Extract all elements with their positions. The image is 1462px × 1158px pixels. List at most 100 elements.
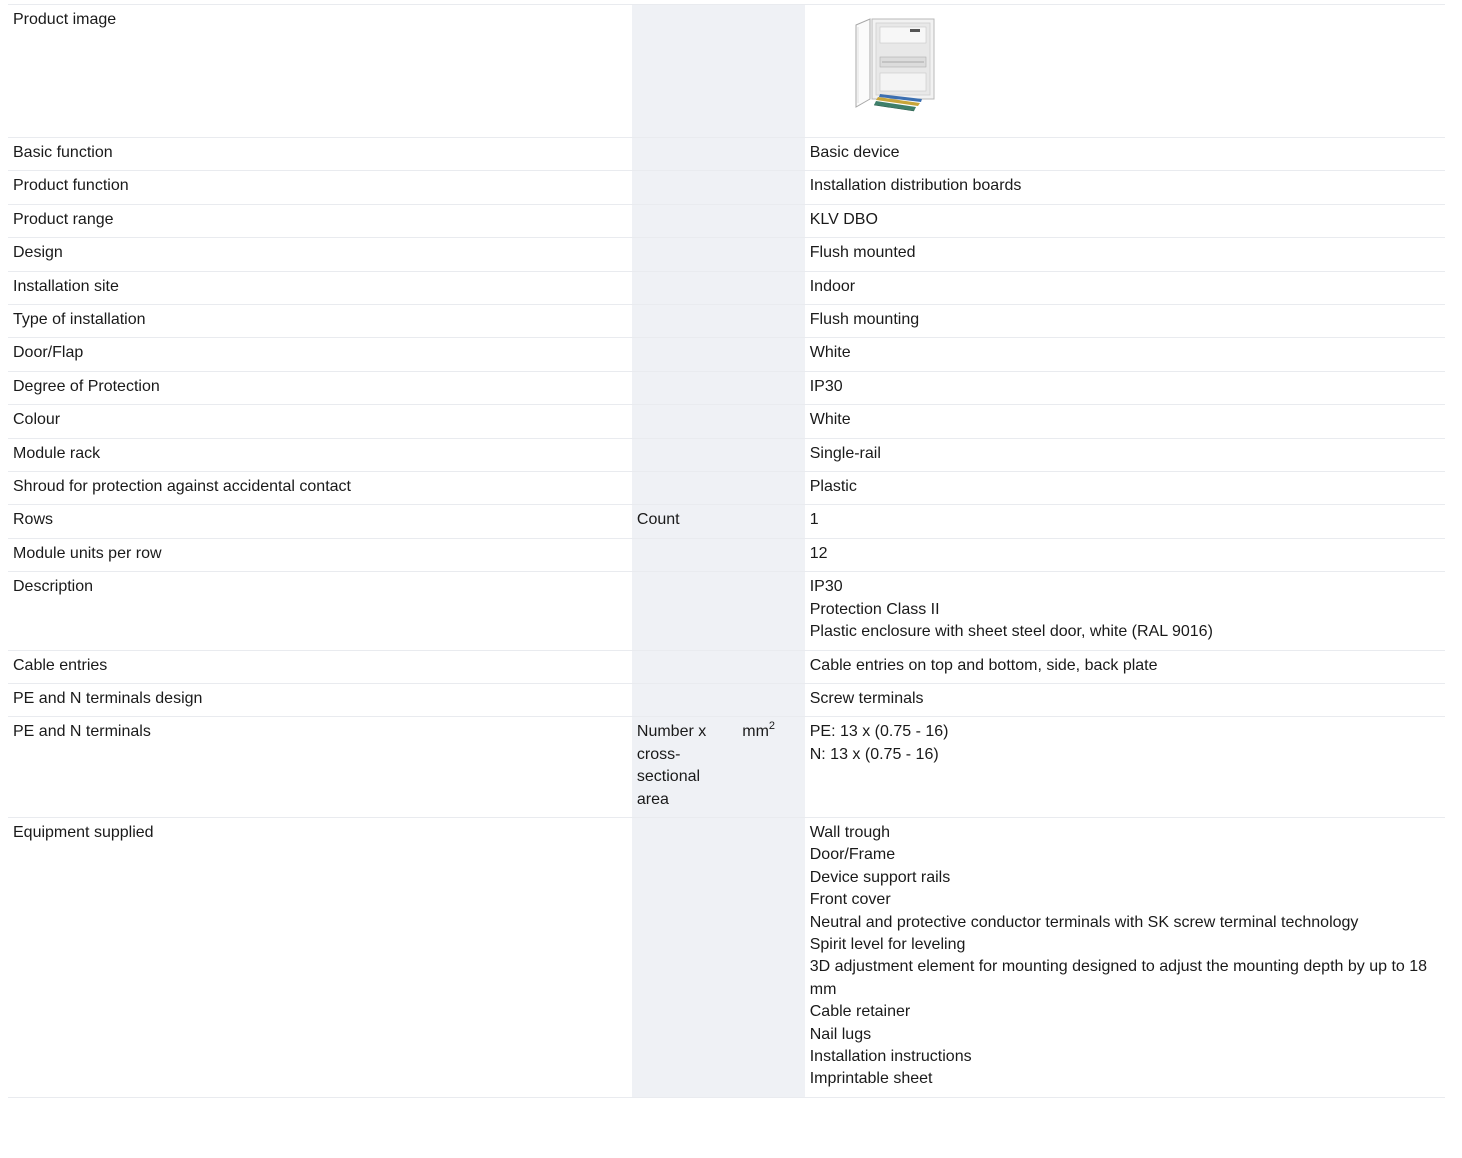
spec-name: Shroud for protection against accidental… xyxy=(8,471,632,506)
spec-unit xyxy=(631,304,738,339)
table-row-degree-of-protection: Degree of Protection IP30 xyxy=(8,370,1445,406)
spec-value-line: 3D adjustment element for mounting desig… xyxy=(809,958,1428,998)
spec-value-line: Flush mounting xyxy=(809,311,920,329)
table-row-cable-entries: Cable entries Cable entries on top and bo… xyxy=(8,649,1445,684)
table-row-product-image: Product image xyxy=(8,4,1445,138)
spec-value: IP30 xyxy=(804,370,1445,406)
spec-name: Cable entries xyxy=(8,649,632,684)
spec-unit xyxy=(631,649,738,684)
spec-unit xyxy=(631,537,738,573)
spec-value-line: IP30 xyxy=(809,377,843,395)
table-row-module-units-per-row: Module units per row 12 xyxy=(8,537,1445,573)
spec-value-line: Nail lugs xyxy=(809,1025,872,1043)
spec-unit-2 xyxy=(737,537,805,573)
table-row-shroud-for-protection-against-accidental-contact: Shroud for protection against accidental… xyxy=(8,471,1445,506)
spec-value-line: Device support rails xyxy=(809,868,951,886)
spec-unit-2 xyxy=(737,816,805,1098)
spec-unit-2 xyxy=(737,237,805,272)
spec-unit-2 xyxy=(737,337,805,372)
spec-unit xyxy=(631,136,738,172)
spec-unit-2 xyxy=(737,170,805,205)
spec-value-line: White xyxy=(809,411,851,429)
spec-unit xyxy=(631,237,738,272)
spec-name: Design xyxy=(8,237,632,272)
spec-unit-2 xyxy=(737,504,805,539)
spec-unit-2 xyxy=(737,370,805,406)
spec-unit xyxy=(631,471,738,506)
table-row-design: Design Flush mounted xyxy=(8,237,1445,272)
spec-unit xyxy=(631,816,738,1098)
table-row-type-of-installation: Type of installation Flush mounting xyxy=(8,304,1445,339)
spec-value-line: Plastic xyxy=(809,478,857,496)
spec-value-line: Installation instructions xyxy=(809,1048,972,1065)
specification-table: Product image Basic function Basic devic… xyxy=(8,4,1445,1098)
spec-value: PE: 13 x (0.75 - 16) N: 13 x (0.75 - 16) xyxy=(804,716,1445,818)
spec-value-line: Basic device xyxy=(809,144,900,161)
spec-unit xyxy=(631,437,738,473)
spec-value-line: Door/Frame xyxy=(809,846,896,864)
spec-value: Cable entries on top and bottom, side, b… xyxy=(804,649,1445,684)
spec-value-line: Wall trough xyxy=(809,823,891,841)
table-row-description: Description IP30 Protection Class II Plasti… xyxy=(8,571,1445,651)
spec-name: Module rack xyxy=(8,437,632,473)
spec-name: Colour xyxy=(8,404,632,439)
spec-unit-2 xyxy=(737,682,805,718)
table-row-pe-and-n-terminals-design: PE and N terminals design Screw terminals xyxy=(8,682,1445,718)
spec-unit-2 xyxy=(737,649,805,684)
spec-unit-2 xyxy=(737,404,805,439)
spec-unit: Number x cross-sectional area xyxy=(631,716,738,818)
spec-value-line: Imprintable sheet xyxy=(809,1070,933,1088)
spec-value-line: White xyxy=(809,344,851,362)
spec-value-line: Protection Class II xyxy=(809,600,940,618)
table-row-rows: Rows Count 1 xyxy=(8,504,1445,539)
spec-value: IP30 Protection Class II Plastic enclosure… xyxy=(804,571,1445,651)
spec-value: 1 xyxy=(804,504,1445,539)
spec-value: Flush mounted xyxy=(804,237,1445,272)
spec-value-line: Installation distribution boards xyxy=(809,177,1022,195)
spec-name: Rows xyxy=(8,504,632,539)
spec-value: KLV DBO xyxy=(804,203,1445,239)
spec-value-line: Single-rail xyxy=(809,444,881,462)
spec-name: Module units per row xyxy=(8,537,632,573)
spec-value-line: Cable retainer xyxy=(809,1003,911,1021)
spec-value-line: Screw terminals xyxy=(809,689,924,707)
spec-value: Single-rail xyxy=(804,437,1445,473)
spec-unit xyxy=(631,571,738,651)
spec-unit-label: Count xyxy=(636,511,680,529)
table-row-door-flap: Door/Flap White xyxy=(8,337,1445,372)
spec-value: Installation distribution boards xyxy=(804,170,1445,205)
spec-name: Product function xyxy=(8,170,632,205)
spec-value: White xyxy=(804,337,1445,372)
table-row-pe-and-n-terminals: PE and N terminals Number x cross-section… xyxy=(8,716,1445,818)
spec-value: Wall trough Door/Frame Device support rail… xyxy=(804,816,1445,1098)
spec-value: Flush mounting xyxy=(804,304,1445,339)
specification-table-body: Product image Basic function Basic devic… xyxy=(8,4,1445,1098)
spec-value-line: IP30 xyxy=(809,578,843,596)
table-row-installation-site: Installation site Indoor xyxy=(8,270,1445,306)
spec-name: PE and N terminals design xyxy=(8,682,632,718)
spec-name: Type of installation xyxy=(8,304,632,339)
spec-unit xyxy=(631,203,738,239)
spec-unit xyxy=(631,170,738,205)
spec-unit-2 xyxy=(737,203,805,239)
spec-unit xyxy=(631,404,738,439)
spec-unit xyxy=(631,270,738,306)
spec-unit-exponent: 2 xyxy=(768,720,776,733)
spec-name: PE and N terminals xyxy=(8,716,632,818)
spec-name: Equipment supplied xyxy=(8,816,632,1098)
spec-value xyxy=(804,4,1445,138)
spec-value-line: Indoor xyxy=(809,277,856,295)
spec-value-line: KLV DBO xyxy=(809,210,878,228)
spec-unit-label: Number x cross-sectional area xyxy=(636,723,707,808)
product-image xyxy=(850,15,950,115)
spec-unit xyxy=(631,682,738,718)
table-row-basic-function: Basic function Basic device xyxy=(8,136,1445,172)
spec-value: Basic device xyxy=(804,136,1445,172)
spec-unit-2: mm2 xyxy=(737,716,805,818)
spec-value-line: N: 13 x (0.75 - 16) xyxy=(809,745,939,763)
spec-unit-2 xyxy=(737,304,805,339)
spec-value: 12 xyxy=(804,537,1445,573)
distribution-board-illustration xyxy=(855,18,935,112)
spec-unit-symbol: mm xyxy=(742,723,769,741)
spec-value: Indoor xyxy=(804,270,1445,306)
